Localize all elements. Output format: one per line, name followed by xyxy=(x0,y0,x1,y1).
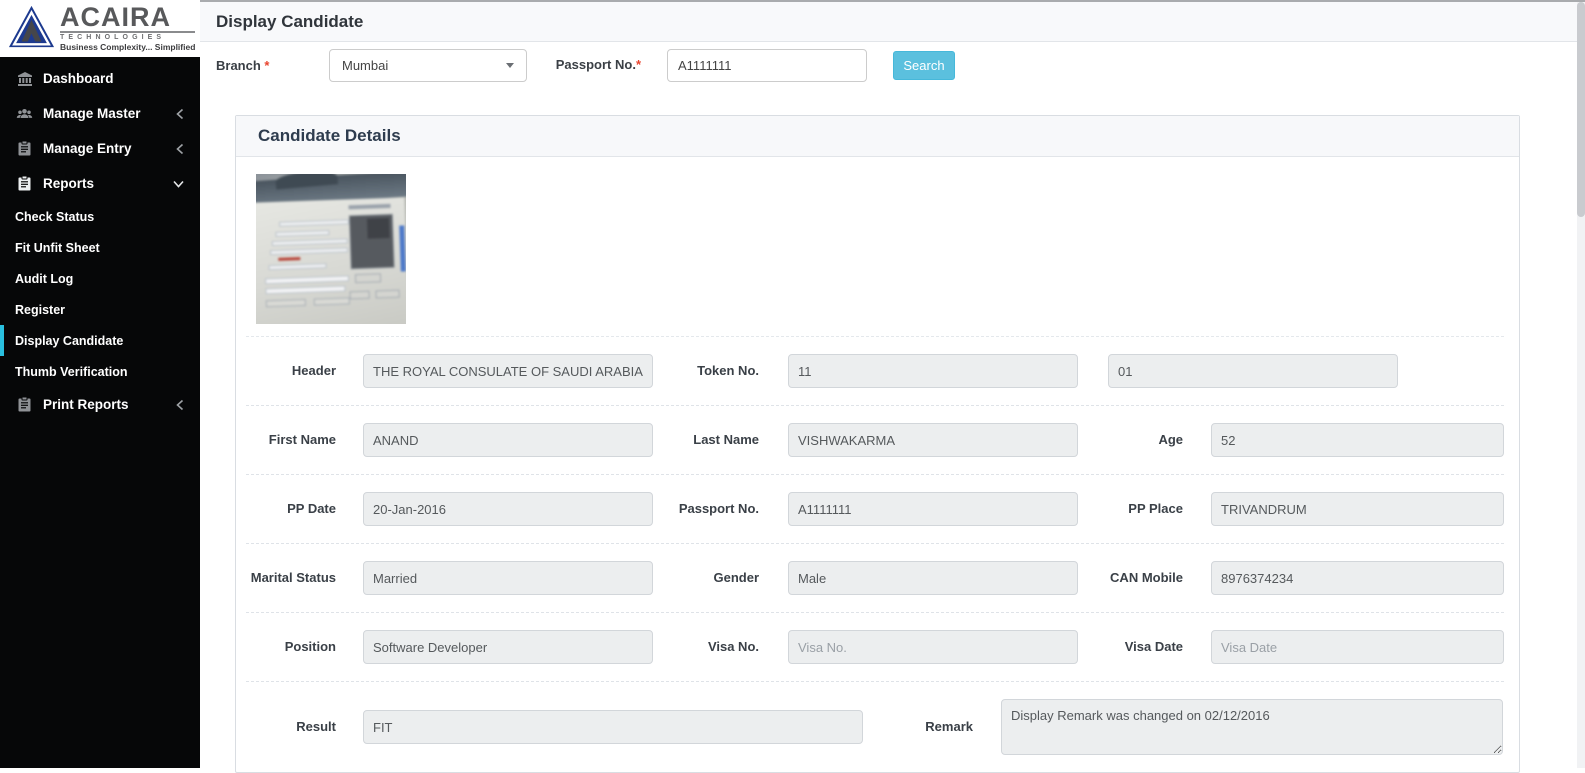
sidebar-item-label: Manage Master xyxy=(43,106,141,121)
sidebar-subitem-check-status[interactable]: Check Status xyxy=(0,201,200,232)
last-name-label: Last Name xyxy=(669,431,759,449)
sidebar-item-label: Reports xyxy=(43,176,94,191)
passport-no-field-label: Passport No. xyxy=(669,500,759,518)
age-label: Age xyxy=(1083,431,1183,449)
scrollbar-thumb[interactable] xyxy=(1577,2,1585,217)
form-row: First Name Last Name Age xyxy=(246,406,1504,475)
sidebar-subitem-audit-log[interactable]: Audit Log xyxy=(0,263,200,294)
marital-status-input[interactable] xyxy=(363,561,653,595)
required-asterisk: * xyxy=(264,58,269,73)
chevron-left-icon xyxy=(176,143,184,154)
header-input[interactable] xyxy=(363,354,653,388)
result-input[interactable] xyxy=(363,710,863,744)
sidebar-item-print-reports[interactable]: Print Reports xyxy=(0,387,200,422)
bank-icon xyxy=(15,71,34,87)
sidebar-subitem-thumb-verification[interactable]: Thumb Verification xyxy=(0,356,200,387)
sidebar-item-reports[interactable]: Reports xyxy=(0,166,200,201)
marital-status-label: Marital Status xyxy=(246,569,336,587)
age-input[interactable] xyxy=(1211,423,1504,457)
position-input[interactable] xyxy=(363,630,653,664)
form-row: Position Visa No. Visa Date xyxy=(246,613,1504,682)
sidebar-item-label: Manage Entry xyxy=(43,141,132,156)
candidate-photo xyxy=(256,174,406,324)
pp-place-input[interactable] xyxy=(1211,492,1504,526)
sidebar-subitem-label: Audit Log xyxy=(15,272,73,286)
sidebar-subitem-label: Display Candidate xyxy=(15,334,123,348)
main-content: Display Candidate Branch * Mumbai Passpo… xyxy=(200,0,1585,768)
photo-art xyxy=(256,174,406,324)
passport-no-input[interactable] xyxy=(788,492,1078,526)
remark-label: Remark xyxy=(883,718,973,736)
passport-no-label: Passport No.* xyxy=(527,56,667,74)
pp-date-label: PP Date xyxy=(246,500,336,518)
required-asterisk: * xyxy=(636,57,641,72)
clipboard-icon xyxy=(15,176,34,191)
visa-date-label: Visa Date xyxy=(1083,638,1183,656)
first-name-input[interactable] xyxy=(363,423,653,457)
clipboard-icon xyxy=(15,141,34,156)
gender-input[interactable] xyxy=(788,561,1078,595)
visa-no-input[interactable] xyxy=(788,630,1078,664)
branch-select[interactable]: Mumbai xyxy=(329,49,527,82)
can-mobile-label: CAN Mobile xyxy=(1083,569,1183,587)
vertical-scrollbar[interactable] xyxy=(1577,2,1585,768)
sidebar-item-dashboard[interactable]: Dashboard xyxy=(0,61,200,96)
sidebar-item-label: Dashboard xyxy=(43,71,114,86)
form-row: Header Token No. xyxy=(246,336,1504,406)
topbar: Display Candidate xyxy=(200,2,1585,42)
remark-textarea[interactable]: Display Remark was changed on 02/12/2016 xyxy=(1001,699,1503,755)
users-icon xyxy=(15,106,34,122)
result-label: Result xyxy=(246,718,336,736)
sidebar: ACAIRA TECHNOLOGIES Business Complexity.… xyxy=(0,0,200,768)
panel-title: Candidate Details xyxy=(236,116,1519,157)
form-row: Marital Status Gender CAN Mobile xyxy=(246,544,1504,613)
token-no-input[interactable] xyxy=(788,354,1078,388)
search-button[interactable]: Search xyxy=(893,51,955,80)
page: ACAIRA TECHNOLOGIES Business Complexity.… xyxy=(0,0,1585,768)
pp-date-input[interactable] xyxy=(363,492,653,526)
form-row: Result Remark Display Remark was changed… xyxy=(246,682,1504,772)
sidebar-item-manage-entry[interactable]: Manage Entry xyxy=(0,131,200,166)
form-row: PP Date Passport No. PP Place xyxy=(246,475,1504,544)
branch-label: Branch * xyxy=(216,58,329,73)
sidebar-subitem-label: Fit Unfit Sheet xyxy=(15,241,100,255)
first-name-label: First Name xyxy=(246,431,336,449)
branch-select-value: Mumbai xyxy=(342,58,388,73)
candidate-details-panel: Candidate Details xyxy=(235,115,1520,773)
brand-tagline: Business Complexity... Simplified xyxy=(60,42,195,52)
sidebar-subitem-label: Register xyxy=(15,303,65,317)
caret-down-icon xyxy=(506,63,514,68)
search-bar: Branch * Mumbai Passport No.* Search xyxy=(200,48,1585,82)
token-no-2-input[interactable] xyxy=(1108,354,1398,388)
position-label: Position xyxy=(246,638,336,656)
clipboard-icon xyxy=(15,397,34,412)
page-title: Display Candidate xyxy=(216,12,363,32)
visa-date-input[interactable] xyxy=(1211,630,1504,664)
brand-text: ACAIRA TECHNOLOGIES Business Complexity.… xyxy=(60,5,195,53)
sidebar-item-label: Print Reports xyxy=(43,397,129,412)
sidebar-subitem-register[interactable]: Register xyxy=(0,294,200,325)
sidebar-subitem-label: Check Status xyxy=(15,210,94,224)
panel-body: Header Token No. First Name xyxy=(236,174,1519,772)
sidebar-item-manage-master[interactable]: Manage Master xyxy=(0,96,200,131)
can-mobile-input[interactable] xyxy=(1211,561,1504,595)
passport-search-input[interactable] xyxy=(667,49,867,82)
pp-place-label: PP Place xyxy=(1083,500,1183,518)
chevron-left-icon xyxy=(176,108,184,119)
chevron-down-icon xyxy=(173,180,184,188)
chevron-left-icon xyxy=(176,399,184,410)
token-no-label: Token No. xyxy=(669,362,759,380)
brand-name: ACAIRA xyxy=(60,5,195,31)
header-label: Header xyxy=(246,362,336,380)
sidebar-subitem-fit-unfit-sheet[interactable]: Fit Unfit Sheet xyxy=(0,232,200,263)
last-name-input[interactable] xyxy=(788,423,1078,457)
sidebar-subitem-label: Thumb Verification xyxy=(15,365,128,379)
sidebar-subitem-display-candidate[interactable]: Display Candidate xyxy=(0,325,200,356)
sidebar-menu: Dashboard Manage Master Manage Entry xyxy=(0,57,200,422)
gender-label: Gender xyxy=(669,569,759,587)
brand-subtitle: TECHNOLOGIES xyxy=(60,31,195,41)
brand-logo: ACAIRA TECHNOLOGIES Business Complexity.… xyxy=(0,0,200,57)
visa-no-label: Visa No. xyxy=(669,638,759,656)
triangle-logo-icon xyxy=(8,4,55,54)
